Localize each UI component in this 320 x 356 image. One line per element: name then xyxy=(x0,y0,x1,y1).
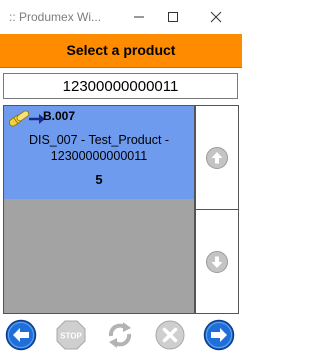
screen-header: Select a product xyxy=(0,34,242,68)
next-icon xyxy=(203,319,235,351)
close-icon[interactable] xyxy=(205,6,227,28)
scroll-down-button[interactable] xyxy=(196,210,238,313)
barcode-input[interactable] xyxy=(4,74,237,98)
scroll-up-button[interactable] xyxy=(196,106,238,210)
cancel-button[interactable] xyxy=(154,319,186,351)
list-item[interactable]: B.007 DIS_007 - Test_Product - 123000000… xyxy=(4,106,194,199)
window-title: :: Produmex Wi... xyxy=(9,10,102,24)
product-batch-code: B.007 xyxy=(43,109,76,123)
arrow-up-icon xyxy=(206,146,228,169)
maximize-icon[interactable] xyxy=(162,6,184,28)
scroll-panel xyxy=(195,105,239,314)
back-button[interactable] xyxy=(5,319,37,351)
stop-button[interactable]: STOP xyxy=(55,319,87,351)
minimize-icon[interactable] xyxy=(128,6,150,28)
product-description: DIS_007 - Test_Product - 12300000000011 xyxy=(28,133,170,163)
bottom-toolbar: STOP xyxy=(0,316,242,354)
back-icon xyxy=(5,319,37,351)
stop-label: STOP xyxy=(60,332,82,341)
window-titlebar: :: Produmex Wi... xyxy=(0,0,242,35)
refresh-button[interactable] xyxy=(104,319,136,351)
page-title: Select a product xyxy=(66,42,176,58)
product-list: B.007 DIS_007 - Test_Product - 123000000… xyxy=(3,105,195,314)
arrow-down-icon xyxy=(206,250,228,273)
refresh-icon xyxy=(108,322,132,348)
product-quantity: 5 xyxy=(95,172,103,187)
barcode-input-container xyxy=(3,73,238,99)
stop-icon: STOP xyxy=(56,320,86,350)
next-button[interactable] xyxy=(203,319,235,351)
cancel-icon xyxy=(155,320,185,350)
